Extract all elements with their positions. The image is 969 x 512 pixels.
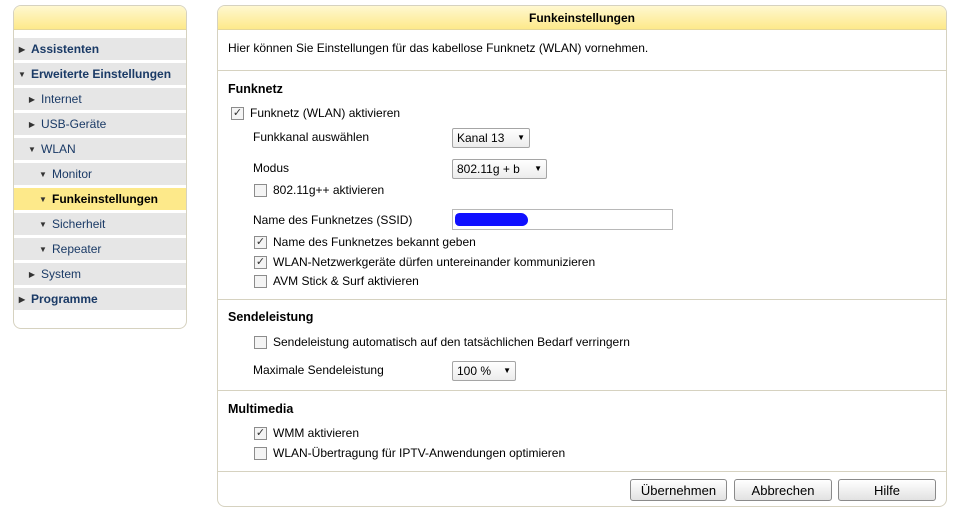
sidebar-item-usb-geraete[interactable]: ▶ USB-Geräte <box>14 113 186 135</box>
triangle-down-icon: ▼ <box>39 219 47 229</box>
gpp-label: 802.11g++ aktivieren <box>273 183 385 197</box>
sidebar-item-sicherheit[interactable]: ▼ Sicherheit <box>14 213 186 235</box>
sidebar: ▶ Assistenten ▼ Erweiterte Einstellungen ▶… <box>13 5 187 329</box>
auto-power-checkbox[interactable] <box>254 335 267 349</box>
sidebar-item-label: Monitor <box>52 167 93 181</box>
iptv-row[interactable]: WLAN-Übertragung für IPTV-Anwendungen op… <box>254 446 565 460</box>
cancel-button[interactable]: Abbrechen <box>734 479 832 501</box>
sidebar-item-wlan[interactable]: ▼ WLAN <box>14 138 186 160</box>
sidebar-item-internet[interactable]: ▶ Internet <box>14 88 186 110</box>
wmm-label: WMM aktivieren <box>273 426 360 440</box>
ssid-broadcast-label: Name des Funknetzes bekannt geben <box>273 235 476 249</box>
auto-power-row[interactable]: Sendeleistung automatisch auf den tatsäc… <box>254 335 630 349</box>
mode-label: Modus <box>253 161 290 175</box>
section-heading-multimedia: Multimedia <box>228 402 294 416</box>
triangle-right-icon: ▶ <box>28 269 36 279</box>
sidebar-item-programme[interactable]: ▶ Programme <box>14 288 186 310</box>
divider <box>218 70 946 71</box>
sidebar-item-assistenten[interactable]: ▶ Assistenten <box>14 38 186 60</box>
sidebar-item-label: WLAN <box>41 142 76 156</box>
page-title: Funkeinstellungen <box>218 6 946 30</box>
sidebar-item-label: USB-Geräte <box>41 117 107 131</box>
ssid-broadcast-row[interactable]: ✓ Name des Funknetzes bekannt geben <box>254 235 476 249</box>
wlan-enable-checkbox[interactable]: ✓ <box>231 106 244 120</box>
sidebar-item-system[interactable]: ▶ System <box>14 263 186 285</box>
sidebar-item-label: Erweiterte Einstellungen <box>31 67 172 81</box>
wmm-row[interactable]: ✓ WMM aktivieren <box>254 426 359 440</box>
mode-select-value: 802.11g + b <box>457 162 520 176</box>
iptv-checkbox[interactable] <box>254 446 267 460</box>
sidebar-item-label: Programme <box>31 292 98 306</box>
max-power-select-value: 100 % <box>457 364 492 378</box>
sidebar-item-label: Repeater <box>52 242 102 256</box>
sidebar-item-label: Funkeinstellungen <box>52 192 159 206</box>
section-heading-sendeleistung: Sendeleistung <box>228 310 314 324</box>
ssid-broadcast-checkbox[interactable]: ✓ <box>254 235 267 249</box>
divider <box>218 390 946 391</box>
help-button[interactable]: Hilfe <box>838 479 936 501</box>
triangle-down-icon: ▼ <box>18 69 26 79</box>
sidebar-menu: ▶ Assistenten ▼ Erweiterte Einstellungen ▶… <box>14 30 186 310</box>
sidebar-item-monitor[interactable]: ▼ Monitor <box>14 163 186 185</box>
ssid-input[interactable] <box>452 209 673 230</box>
divider <box>218 471 946 472</box>
section-heading-funknetz: Funknetz <box>228 82 283 96</box>
sidebar-item-label: Internet <box>41 92 82 106</box>
chevron-down-icon: ▼ <box>534 164 542 173</box>
triangle-down-icon: ▼ <box>39 244 47 254</box>
gpp-checkbox[interactable] <box>254 183 267 197</box>
chevron-down-icon: ▼ <box>517 133 525 142</box>
channel-select-value: Kanal 13 <box>457 131 505 145</box>
sidebar-header <box>14 6 186 30</box>
wlan-enable-row[interactable]: ✓ Funknetz (WLAN) aktivieren <box>231 106 400 120</box>
settings-panel: Funkeinstellungen Hier können Sie Einste… <box>217 5 947 507</box>
triangle-down-icon: ▼ <box>39 169 47 179</box>
max-power-select[interactable]: 100 % ▼ <box>452 361 516 381</box>
stick-surf-row[interactable]: AVM Stick & Surf aktivieren <box>254 274 419 288</box>
stick-surf-label: AVM Stick & Surf aktivieren <box>273 274 419 288</box>
sidebar-item-label: Assistenten <box>31 42 100 56</box>
apply-button[interactable]: Übernehmen <box>630 479 727 501</box>
intra-communication-checkbox[interactable]: ✓ <box>254 255 267 269</box>
intra-communication-label: WLAN-Netzwerkgeräte dürfen untereinander… <box>273 255 596 269</box>
intro-text: Hier können Sie Einstellungen für das ka… <box>228 41 649 55</box>
triangle-down-icon: ▼ <box>39 194 47 204</box>
sidebar-item-label: System <box>41 267 82 281</box>
intra-communication-row[interactable]: ✓ WLAN-Netzwerkgeräte dürfen untereinand… <box>254 255 595 269</box>
iptv-label: WLAN-Übertragung für IPTV-Anwendungen op… <box>273 446 566 460</box>
chevron-down-icon: ▼ <box>503 366 511 375</box>
triangle-right-icon: ▶ <box>28 94 36 104</box>
sidebar-item-funkeinstellungen[interactable]: ▼ Funkeinstellungen <box>14 188 186 210</box>
stick-surf-checkbox[interactable] <box>254 274 267 288</box>
wmm-checkbox[interactable]: ✓ <box>254 426 267 440</box>
auto-power-label: Sendeleistung automatisch auf den tatsäc… <box>273 335 630 349</box>
sidebar-item-repeater[interactable]: ▼ Repeater <box>14 238 186 260</box>
redaction-mark <box>455 213 528 226</box>
max-power-label: Maximale Sendeleistung <box>253 363 384 377</box>
ssid-label: Name des Funknetzes (SSID) <box>253 213 413 227</box>
triangle-right-icon: ▶ <box>18 44 26 54</box>
sidebar-item-label: Sicherheit <box>52 217 106 231</box>
mode-select[interactable]: 802.11g + b ▼ <box>452 159 547 179</box>
channel-label: Funkkanal auswählen <box>253 130 370 144</box>
triangle-right-icon: ▶ <box>28 119 36 129</box>
wlan-enable-label: Funknetz (WLAN) aktivieren <box>250 106 401 120</box>
gpp-row[interactable]: 802.11g++ aktivieren <box>254 183 384 197</box>
divider <box>218 299 946 300</box>
triangle-right-icon: ▶ <box>18 294 26 304</box>
triangle-down-icon: ▼ <box>28 144 36 154</box>
sidebar-item-erweiterte-einstellungen[interactable]: ▼ Erweiterte Einstellungen <box>14 63 186 85</box>
channel-select[interactable]: Kanal 13 ▼ <box>452 128 530 148</box>
